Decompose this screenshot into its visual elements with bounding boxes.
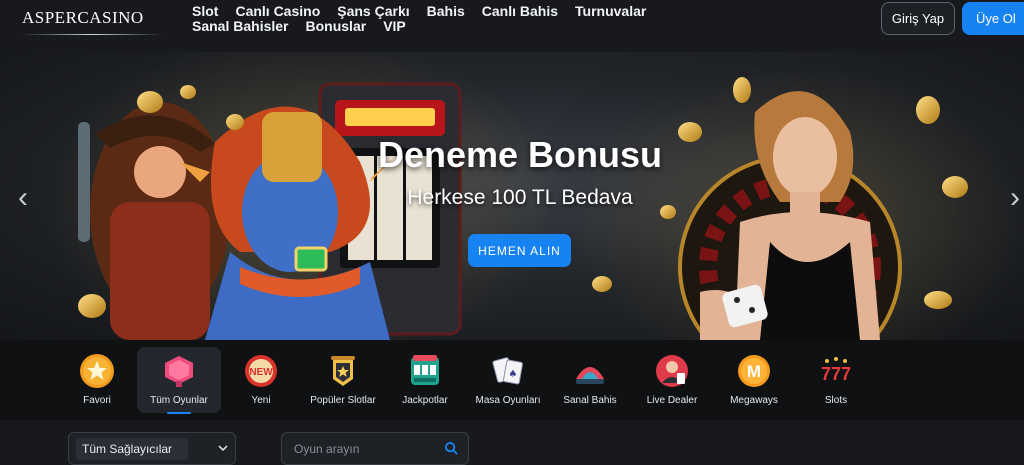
banner-title: Deneme Bonusu bbox=[377, 134, 663, 175]
svg-text:♠: ♠ bbox=[509, 369, 518, 380]
slots-777-icon: 777 bbox=[821, 357, 851, 384]
casino-page: ASPERCASINO Slot Canlı Casino Şans Çarkı… bbox=[0, 0, 1024, 465]
nav-item-bonuses[interactable]: Bonuslar bbox=[306, 19, 367, 34]
hero-banner[interactable]: Deneme Bonusu Herkese 100 TL Bedava HEME… bbox=[0, 52, 1024, 340]
category-label: Favori bbox=[83, 395, 111, 406]
main-nav: Slot Canlı Casino Şans Çarkı Bahis Canlı… bbox=[192, 4, 752, 34]
game-search bbox=[281, 432, 469, 465]
category-jackpots[interactable]: Jackpotlar bbox=[383, 347, 467, 413]
jackpot-machine-icon bbox=[411, 355, 439, 385]
category-megaways[interactable]: M Megaways bbox=[712, 347, 796, 413]
playing-cards-icon: ♠ bbox=[492, 357, 523, 385]
category-live-dealer[interactable]: Live Dealer bbox=[630, 347, 714, 413]
svg-text:777: 777 bbox=[821, 364, 851, 384]
virtual-bet-icon bbox=[576, 367, 604, 384]
megaways-icon: M bbox=[738, 355, 770, 387]
claim-bonus-button[interactable]: HEMEN ALIN bbox=[468, 234, 571, 267]
provider-select-value: Tüm Sağlayıcılar bbox=[76, 438, 188, 460]
category-label: Megaways bbox=[730, 395, 778, 406]
category-all-games[interactable]: Tüm Oyunlar bbox=[137, 347, 221, 414]
category-label: Popüler Slotlar bbox=[310, 395, 376, 406]
nav-item-live-betting[interactable]: Canlı Bahis bbox=[482, 4, 558, 19]
login-button[interactable]: Giriş Yap bbox=[881, 2, 955, 35]
game-filters: Tüm Sağlayıcılar bbox=[0, 420, 1024, 465]
category-slots[interactable]: 777 Slots bbox=[794, 347, 878, 413]
category-label: Yeni bbox=[251, 395, 271, 406]
logo-text: ASPERCASINO bbox=[22, 8, 144, 27]
new-badge-icon: NEW bbox=[245, 355, 277, 387]
popular-slots-icon bbox=[331, 356, 355, 386]
svg-text:NEW: NEW bbox=[249, 367, 273, 378]
all-games-icon bbox=[165, 356, 193, 387]
category-bar: Favori Tüm Oyunlar NEW Yeni Popüler Slot… bbox=[0, 340, 1024, 420]
chevron-down-icon bbox=[218, 445, 228, 452]
top-header: ASPERCASINO Slot Canlı Casino Şans Çarkı… bbox=[0, 0, 1024, 52]
nav-item-betting[interactable]: Bahis bbox=[427, 4, 465, 19]
chevron-right-icon[interactable]: › bbox=[1006, 178, 1024, 218]
star-icon bbox=[80, 354, 114, 388]
nav-item-vip[interactable]: VIP bbox=[383, 19, 406, 34]
category-label: Sanal Bahis bbox=[563, 395, 617, 406]
category-label: Tüm Oyunlar bbox=[150, 395, 208, 406]
search-input[interactable] bbox=[294, 440, 434, 458]
site-logo[interactable]: ASPERCASINO bbox=[22, 8, 162, 35]
chevron-left-icon[interactable]: ‹ bbox=[14, 178, 32, 218]
search-icon[interactable] bbox=[444, 441, 459, 456]
category-popular-slots[interactable]: Popüler Slotlar bbox=[301, 347, 385, 413]
register-button[interactable]: Üye Ol bbox=[962, 2, 1024, 35]
active-indicator bbox=[167, 412, 191, 414]
nav-item-virtual-bets[interactable]: Sanal Bahisler bbox=[192, 19, 289, 34]
category-label: Masa Oyunları bbox=[475, 395, 541, 406]
category-label: Slots bbox=[824, 395, 848, 406]
nav-item-tournaments[interactable]: Turnuvalar bbox=[575, 4, 646, 19]
category-new[interactable]: NEW Yeni bbox=[219, 347, 303, 413]
live-dealer-icon bbox=[656, 355, 688, 387]
logo-underline bbox=[22, 34, 162, 35]
nav-item-slot[interactable]: Slot bbox=[192, 4, 218, 19]
category-favorites[interactable]: Favori bbox=[55, 347, 139, 413]
nav-item-live-casino[interactable]: Canlı Casino bbox=[235, 4, 320, 19]
svg-text:M: M bbox=[747, 362, 761, 381]
category-virtual-bets[interactable]: Sanal Bahis bbox=[548, 347, 632, 413]
category-label: Live Dealer bbox=[646, 395, 698, 406]
category-table-games[interactable]: ♠ Masa Oyunları bbox=[466, 347, 550, 413]
category-label: Jackpotlar bbox=[402, 395, 448, 406]
banner-subtitle: Herkese 100 TL Bedava bbox=[407, 186, 633, 209]
provider-select[interactable]: Tüm Sağlayıcılar bbox=[68, 432, 236, 465]
nav-item-wheel[interactable]: Şans Çarkı bbox=[337, 4, 409, 19]
